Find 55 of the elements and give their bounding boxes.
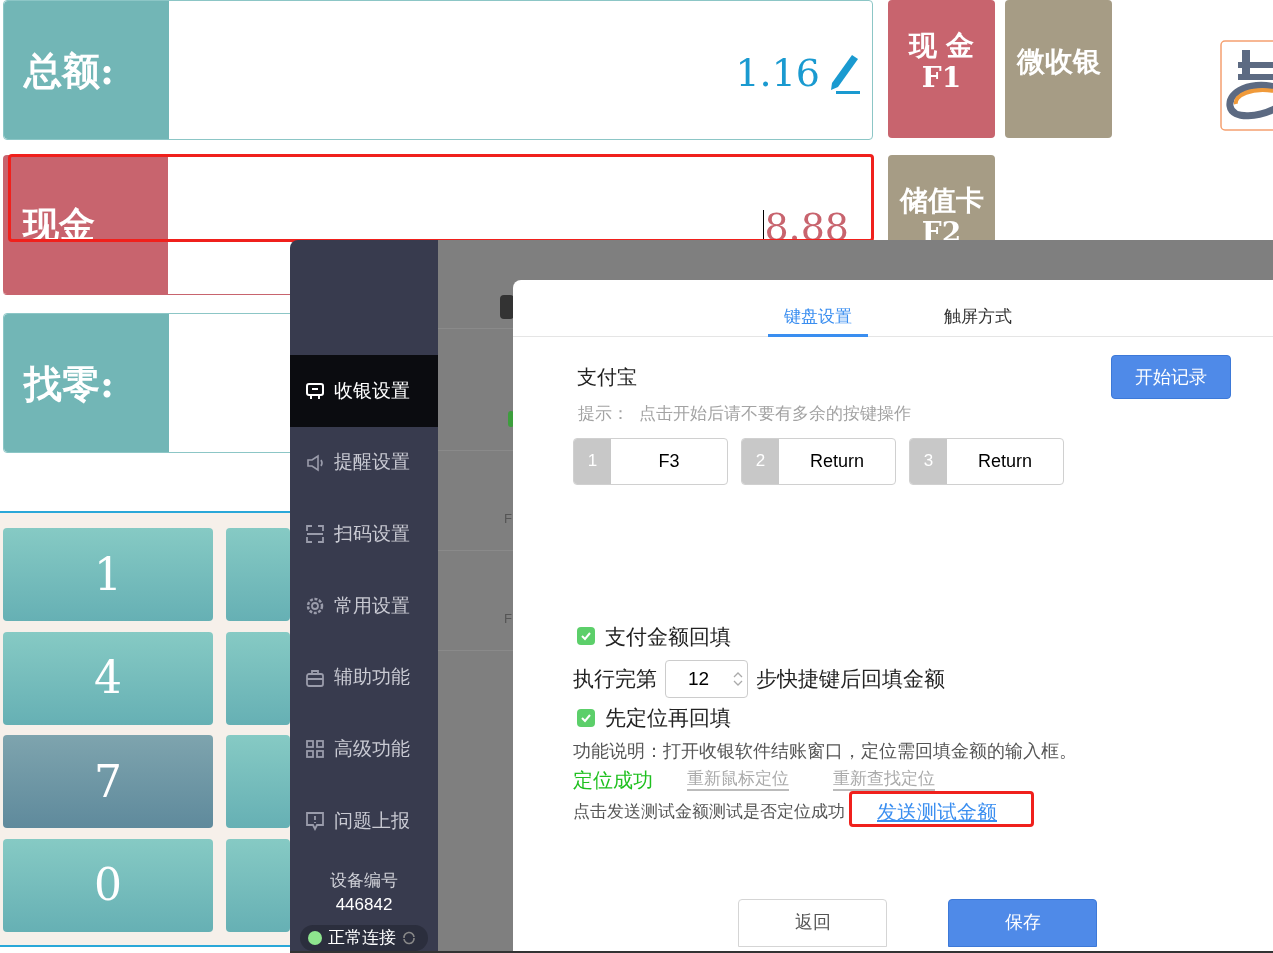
description-text: 功能说明：打开收银软件结账窗口，定位需回填金额的输入框。 [573, 739, 1078, 763]
keypad-key[interactable] [226, 528, 290, 621]
checkmark-icon [580, 630, 592, 643]
back-button[interactable]: 返回 [738, 898, 887, 947]
sidebar-item[interactable]: 收银设置 [290, 355, 438, 427]
sidebar-item[interactable]: 提醒设置 [290, 426, 438, 499]
hint-label: 提示： [578, 403, 629, 425]
hint-text: 点击开始后请不要有多余的按键操作 [639, 403, 911, 425]
relocate-mouse-link[interactable]: 重新鼠标定位 [687, 768, 789, 791]
pencil-icon[interactable] [828, 52, 860, 95]
register-icon [305, 380, 325, 401]
send-test-amount-link[interactable]: 发送测试金额 [877, 800, 997, 823]
settings-icon [305, 596, 325, 616]
device-number: 446842 [335, 894, 393, 917]
report-icon [305, 811, 325, 832]
connection-status: 正常连接 [300, 925, 428, 951]
section-title: 支付宝 [577, 365, 637, 390]
step-label: 执行完第 [573, 666, 657, 693]
checkbox-label: 支付金额回填 [605, 623, 731, 650]
toolbox-icon [305, 667, 325, 688]
keypad-key[interactable]: 4 [3, 631, 213, 725]
keypad-key[interactable]: 7 [3, 735, 213, 828]
sidebar-item[interactable]: 扫码设置 [290, 498, 438, 571]
checkbox[interactable] [577, 708, 595, 727]
grid-icon [305, 739, 325, 760]
tab-stub [500, 295, 514, 319]
relocate-search-link[interactable]: 重新查找定位 [833, 768, 935, 791]
keypad-key[interactable] [226, 631, 290, 725]
keypad-key[interactable] [226, 735, 290, 828]
test-hint: 点击发送测试金额测试是否定位成功 [573, 800, 845, 823]
step-number-field[interactable]: 12 [665, 660, 748, 698]
keypad-key[interactable] [226, 838, 290, 932]
start-recording-button[interactable]: 开始记录 [1111, 355, 1231, 399]
checkbox[interactable] [577, 627, 595, 646]
logo-icon[interactable] [1220, 40, 1273, 132]
tab[interactable]: 键盘设置 [768, 280, 868, 337]
total-label: 总额: [24, 46, 115, 95]
checkbox-label: 先定位再回填 [605, 705, 731, 731]
sidebar-item[interactable]: 辅助功能 [290, 641, 438, 714]
payment-button[interactable]: 现 金 F1 [888, 0, 995, 138]
locate-status: 定位成功 [573, 767, 653, 793]
step-label: 步快捷键后回填金额 [756, 666, 945, 693]
keypad-key[interactable]: 1 [3, 528, 213, 621]
payment-button[interactable]: 微收银 [1005, 0, 1112, 138]
speaker-icon [305, 452, 325, 473]
sidebar-item[interactable]: 常用设置 [290, 570, 438, 642]
keypad-key[interactable]: 0 [3, 838, 213, 932]
refresh-icon[interactable] [402, 931, 416, 946]
save-button[interactable]: 保存 [948, 898, 1097, 947]
device-label: 设备编号 [330, 870, 398, 893]
scan-icon [305, 524, 325, 545]
sidebar-item[interactable]: 问题上报 [290, 785, 438, 858]
sidebar-item[interactable]: 高级功能 [290, 713, 438, 786]
change-label: 找零: [24, 359, 115, 408]
total-amount: 1.16 [735, 50, 820, 97]
